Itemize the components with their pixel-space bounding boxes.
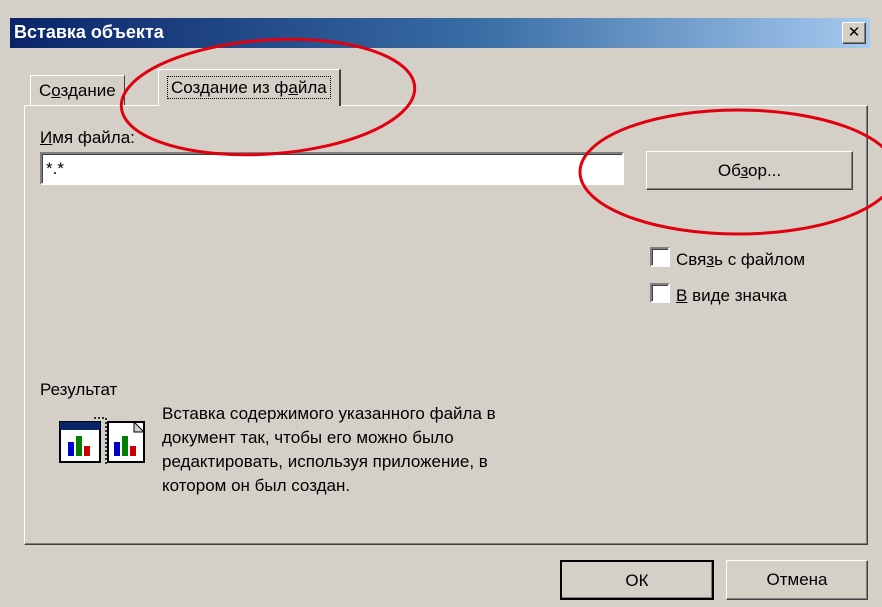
result-description: Вставка содержимого указанного файла в д… [162,404,496,495]
filename-label: Имя файла: [40,128,135,147]
link-to-file-checkbox[interactable] [650,247,670,267]
result-label: Результат [40,380,118,399]
title-bar[interactable]: Вставка объекта ✕ [10,18,870,48]
tab-create-from-file-label: Создание из файла [167,76,331,99]
display-as-icon-checkbox[interactable] [650,283,670,303]
display-as-icon-label: В виде значка [676,286,788,305]
tab-create-from-file[interactable]: Создание из файла [158,69,341,106]
link-to-file-option[interactable]: Связь с файлом [650,247,805,270]
close-button[interactable]: ✕ [842,22,866,44]
ok-button[interactable]: ОК [560,560,714,600]
window-title: Вставка объекта [14,22,164,42]
filename-input[interactable] [40,152,624,185]
insert-object-dialog: Вставка объекта ✕ Создание Создание из ф… [0,0,882,607]
tab-create[interactable]: Создание [30,75,125,106]
display-as-icon-option[interactable]: В виде значка [650,283,787,306]
insert-file-result-icon [59,417,146,464]
browse-button[interactable]: Обзор... [646,151,853,190]
link-to-file-label: Связь с файлом [676,250,806,269]
tab-create-label: Создание [39,81,116,100]
cancel-button[interactable]: Отмена [726,560,868,600]
close-icon: ✕ [847,24,861,41]
